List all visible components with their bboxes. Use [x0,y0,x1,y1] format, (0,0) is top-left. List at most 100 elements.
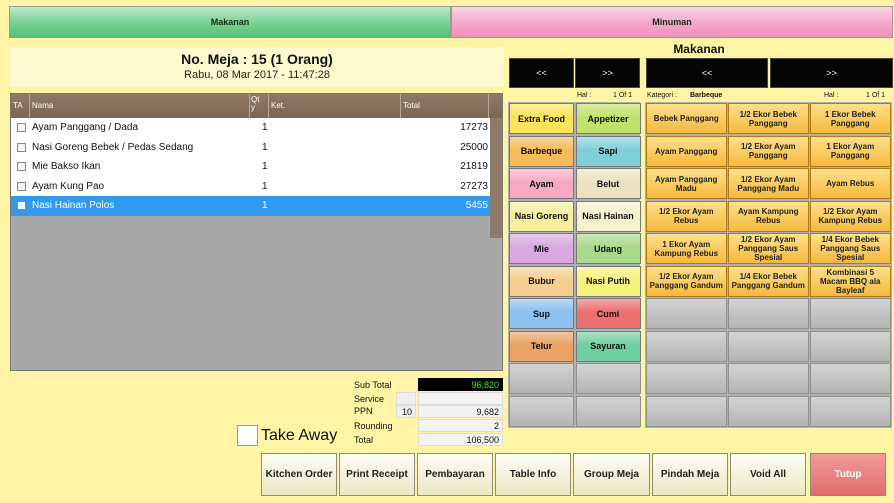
category-button[interactable]: Nasi Hainan [575,200,641,232]
product-button[interactable]: 1/2 Ekor Ayam Panggang Madu [728,168,809,199]
col-ta: TA [13,101,23,110]
empty-slot [575,395,641,427]
item-qty: 1 [262,141,268,153]
item-total: 17273 [460,122,488,133]
takeaway-checkbox[interactable] [17,162,26,171]
item-qty: 1 [262,180,268,192]
empty-slot [728,395,809,427]
subtotal-value: 96,820 [418,378,503,391]
product-button[interactable]: 1 Ekor Ayam Panggang [810,135,891,167]
category-button[interactable]: Udang [575,233,641,264]
empty-slot [810,395,891,427]
empty-slot [646,363,727,394]
empty-slot [646,395,727,427]
product-button[interactable]: Ayam Panggang [646,135,727,167]
category-button[interactable]: Bubur [509,265,574,297]
item-name: Ayam Panggang / Dada [32,122,139,133]
void-all-button[interactable]: Void All [730,453,806,496]
pembayaran-button[interactable]: Pembayaran [417,453,493,496]
service-label: Service [354,394,385,404]
takeaway-checkbox[interactable] [17,123,26,132]
service-rate-field[interactable] [396,392,416,405]
product-page-value: 1 Of 1 [866,92,886,99]
product-button[interactable]: Ayam Kampung Rebus [728,200,809,232]
takeaway-checkbox[interactable] [17,142,26,152]
category-button[interactable]: Sapi [575,135,641,167]
product-button[interactable]: Ayam Rebus [810,168,891,199]
item-total: 21819 [460,161,488,172]
tutup-button[interactable]: Tutup [810,453,886,496]
col-nama: Nama [32,101,54,110]
pindah-meja-button[interactable]: Pindah Meja [652,453,728,496]
product-button[interactable]: 1/4 Ekor Bebek Panggang Gandum [728,265,809,297]
product-button[interactable]: 1/4 Ekor Bebek Panggang Saus Spesial [810,233,891,264]
category-button[interactable]: Sayuran [575,330,641,362]
product-page-label: Hal : [824,92,839,99]
product-button[interactable]: Bebek Panggang [646,103,727,134]
table-row[interactable]: Ayam Kung Pao 1 27273 [11,176,502,196]
col-ket: Ket. [271,101,286,110]
takeaway-checkbox-main[interactable] [237,425,258,446]
table-row-selected[interactable]: Nasi Hainan Polos 1 5455 [11,196,502,216]
table-info-header: No. Meja : 15 (1 Orang) Rabu, 08 Mar 201… [10,47,504,87]
table-info-button[interactable]: Table Info [495,453,571,496]
table-row[interactable]: Nasi Goreng Bebek / Pedas Sedang 1 25000 [11,137,502,157]
category-grid: Extra Food Appetizer Barbeque Sapi Ayam … [508,102,641,428]
product-button[interactable]: 1/2 Ekor Ayam Panggang Gandum [646,265,727,297]
product-grid: Bebek Panggang 1/2 Ekor Bebek Panggang 1… [645,102,892,428]
kategori-value: Barbeque [690,92,723,99]
empty-slot [728,298,809,329]
category-button[interactable]: Belut [575,168,641,199]
category-button[interactable]: Nasi Putih [575,265,641,297]
category-button[interactable]: Cumi [575,298,641,329]
subtotal-label: Sub Total [354,380,392,390]
category-button[interactable]: Appetizer [575,103,641,134]
group-meja-button[interactable]: Group Meja [573,453,650,496]
category-button[interactable]: Telur [509,330,574,362]
col-qty: Qty [251,95,260,112]
product-prev-button[interactable]: << [646,58,768,88]
total-value: 106,500 [418,433,503,446]
product-button[interactable]: Kombinasi 5 Macam BBQ ala Bayleaf [810,265,891,297]
product-button[interactable]: 1/2 Ekor Ayam Kampung Rebus [810,200,891,232]
takeaway-checkbox[interactable] [17,201,26,210]
table-row[interactable]: Mie Bakso Ikan 1 21819 [11,157,502,177]
item-name: Mie Bakso Ikan [32,161,101,172]
kitchen-order-button[interactable]: Kitchen Order [261,453,337,496]
takeaway-label: Take Away [261,427,338,444]
col-total: Total [403,101,420,110]
product-button[interactable]: 1/2 Ekor Ayam Panggang [728,135,809,167]
product-button[interactable]: 1 Ekor Bebek Panggang [810,103,891,134]
rounding-value: 2 [418,419,503,432]
category-button[interactable]: Sup [509,298,574,329]
category-button[interactable]: Nasi Goreng [509,200,574,232]
product-button[interactable]: 1 Ekor Ayam Kampung Rebus [646,233,727,264]
item-qty: 1 [262,161,268,172]
category-button[interactable]: Mie [509,233,574,264]
order-datetime: Rabu, 08 Mar 2017 - 11:47:28 [184,69,330,81]
category-button[interactable]: Barbeque [509,135,574,167]
top-tab-bar: Makanan Minuman [0,0,894,40]
category-next-button[interactable]: >> [575,58,640,88]
product-button[interactable]: 1/2 Ekor Ayam Panggang Saus Spesial [728,233,809,264]
product-next-button[interactable]: >> [770,58,893,88]
service-value [418,392,503,405]
table-header: TA Nama Qty Ket. Total [11,94,502,118]
empty-slot [810,363,891,394]
kategori-label: Kategori : [647,92,677,99]
table-scrollbar[interactable] [490,118,502,238]
ppn-rate-field[interactable]: 10 [396,405,416,418]
empty-slot [728,330,809,362]
table-row[interactable]: Ayam Panggang / Dada 1 17273 [11,118,502,138]
category-button[interactable]: Extra Food [509,103,574,134]
category-prev-button[interactable]: << [509,58,574,88]
tab-makanan[interactable]: Makanan [9,6,451,38]
takeaway-checkbox[interactable] [17,181,26,191]
tab-minuman[interactable]: Minuman [451,6,893,38]
category-button[interactable]: Ayam [509,168,574,199]
product-button[interactable]: 1/2 Ekor Bebek Panggang [728,103,809,134]
product-button[interactable]: Ayam Panggang Madu [646,168,727,199]
product-button[interactable]: 1/2 Ekor Ayam Rebus [646,200,727,232]
print-receipt-button[interactable]: Print Receipt [339,453,415,496]
empty-slot [509,395,574,427]
